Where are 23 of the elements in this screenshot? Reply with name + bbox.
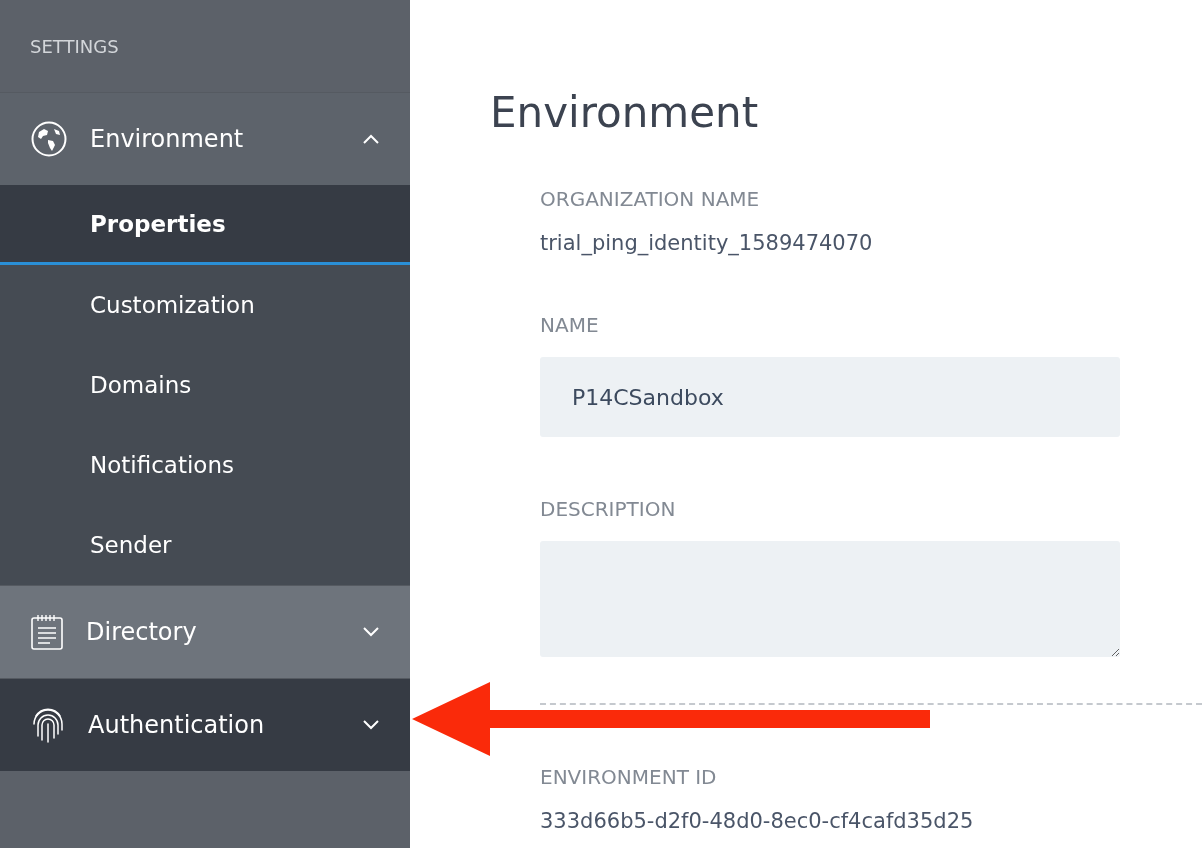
name-field[interactable]: P14CSandbox bbox=[540, 357, 1120, 437]
field-label: ORGANIZATION NAME bbox=[540, 187, 760, 211]
globe-icon bbox=[30, 120, 68, 158]
field-label: DESCRIPTION bbox=[540, 497, 676, 521]
chevron-icon bbox=[362, 133, 380, 145]
description-field[interactable] bbox=[540, 541, 1120, 657]
chevron-icon bbox=[362, 626, 380, 638]
field-value: 333d66b5-d2f0-48d0-8ec0-cf4cafd35d25 bbox=[540, 809, 974, 833]
chevron-icon bbox=[362, 719, 380, 731]
field-value: trial_ping_identity_1589474070 bbox=[540, 231, 873, 255]
fingerprint-icon bbox=[30, 706, 66, 744]
sidebar-section[interactable]: Authentication bbox=[0, 678, 410, 771]
notepad-icon bbox=[30, 613, 64, 651]
sidebar-item[interactable]: Sender bbox=[0, 505, 410, 585]
sidebar-item[interactable]: Domains bbox=[0, 345, 410, 425]
sidebar-item[interactable]: Customization bbox=[0, 265, 410, 345]
sidebar-heading: SETTINGS bbox=[30, 36, 119, 57]
sidebar-section[interactable]: Directory bbox=[0, 585, 410, 678]
page-title: Environment bbox=[490, 88, 760, 137]
sidebar-item[interactable]: Properties bbox=[0, 185, 410, 265]
sidebar-item[interactable]: Notifications bbox=[0, 425, 410, 505]
field-label: NAME bbox=[540, 313, 599, 337]
field-label: ENVIRONMENT ID bbox=[540, 765, 717, 789]
